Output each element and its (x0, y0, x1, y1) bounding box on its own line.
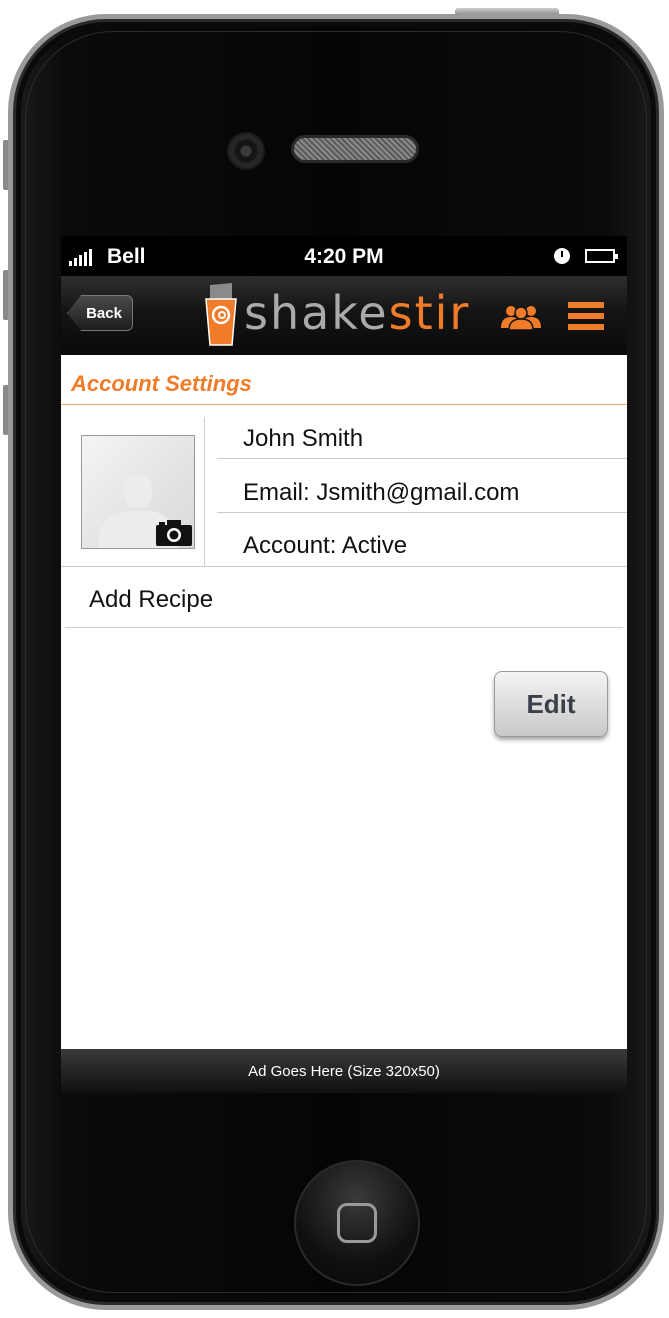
profile-email: Email: Jsmith@gmail.com (243, 479, 520, 506)
profile-divider (204, 417, 205, 567)
alarm-clock-icon (554, 248, 570, 264)
profile-account-status: Account: Active (243, 532, 408, 559)
home-button[interactable] (294, 1160, 420, 1286)
front-camera (227, 132, 265, 170)
app-logo-text: shakestir (244, 288, 470, 338)
ad-banner-text: Ad Goes Here (Size 320x50) (248, 1062, 440, 1080)
edit-button-label: Edit (526, 688, 576, 719)
people-icon[interactable] (499, 302, 543, 330)
cocktail-shaker-logo-icon (205, 283, 237, 346)
edit-button[interactable]: Edit (494, 671, 608, 737)
logo-text-stir: stir (388, 286, 471, 340)
screen: Bell 4:20 PM Back shakestir Account Sett… (61, 236, 627, 1093)
back-button[interactable]: Back (67, 295, 133, 331)
avatar-head-silhouette (124, 474, 152, 508)
row-divider (217, 512, 627, 513)
add-recipe-item[interactable]: Add Recipe (89, 586, 213, 614)
logo-text-shake: shake (244, 286, 389, 340)
profile-card: John Smith Email: Jsmith@gmail.com Accou… (61, 405, 627, 567)
battery-icon (585, 249, 618, 263)
page-title: Account Settings (71, 371, 252, 396)
row-divider (65, 627, 623, 628)
back-button-label: Back (86, 304, 122, 322)
profile-name: John Smith (243, 425, 364, 452)
row-divider (217, 458, 627, 459)
ad-banner[interactable]: Ad Goes Here (Size 320x50) (61, 1049, 627, 1093)
section-header: Account Settings (61, 355, 627, 405)
status-time: 4:20 PM (304, 245, 384, 268)
camera-icon[interactable] (156, 520, 192, 546)
hamburger-menu-icon[interactable] (568, 302, 604, 330)
status-bar: Bell 4:20 PM (61, 236, 627, 276)
home-square-icon (337, 1203, 377, 1243)
nav-bar: Back shakestir (61, 276, 627, 355)
row-divider (61, 566, 627, 567)
avatar[interactable] (81, 435, 195, 549)
earpiece-speaker (291, 135, 419, 163)
